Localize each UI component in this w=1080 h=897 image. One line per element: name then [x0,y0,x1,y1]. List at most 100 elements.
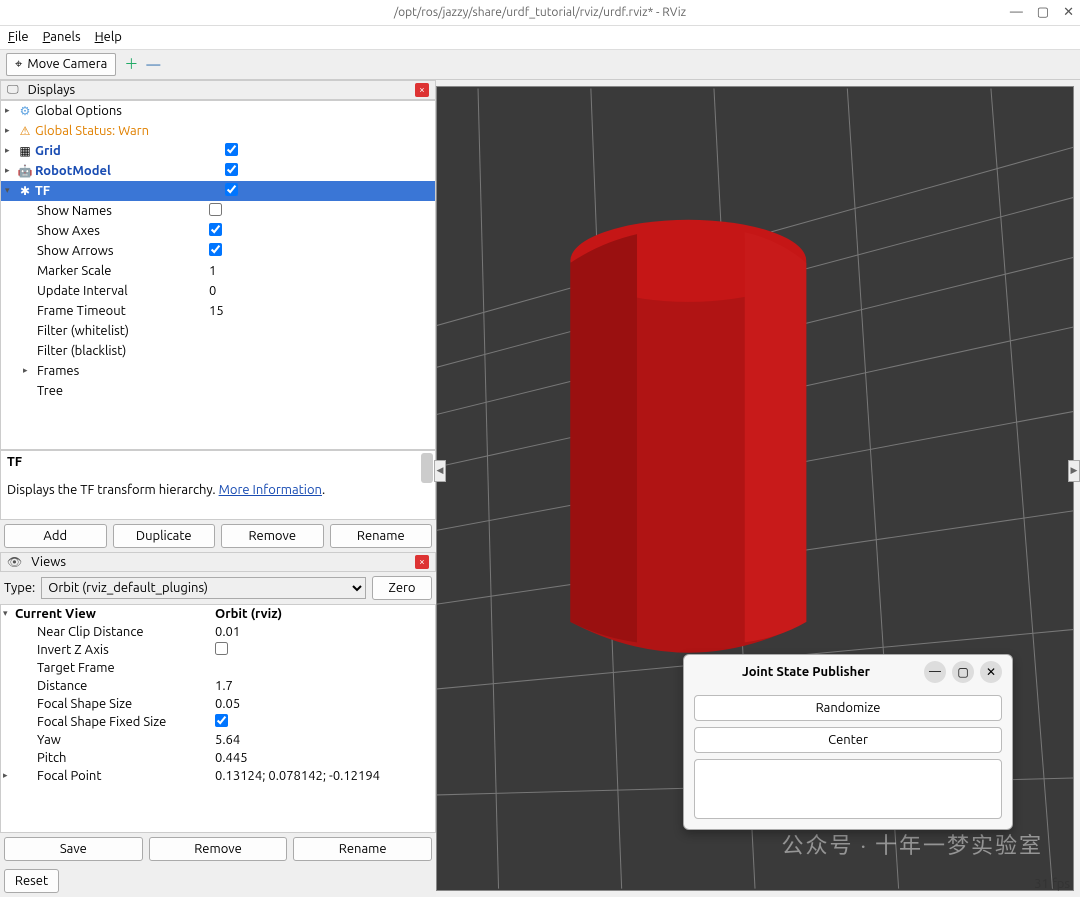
remove-button[interactable]: Remove [221,524,324,548]
views-icon: 👁 [7,555,22,569]
prop-value[interactable]: 1.7 [215,679,435,693]
tf-prop-marker-scale[interactable]: Marker Scale 1 [1,261,435,281]
save-button[interactable]: Save [4,837,143,861]
prop-value[interactable] [215,714,435,730]
prop-value[interactable]: 5.64 [215,733,435,747]
displays-close-icon[interactable]: × [415,83,429,97]
rename-button[interactable]: Rename [330,524,433,548]
prop-checkbox[interactable] [209,203,222,216]
duplicate-button[interactable]: Duplicate [113,524,216,548]
displays-tree[interactable]: ▸ ⚙ Global Options ▸ ⚠ Global Status: Wa… [0,100,436,450]
expand-icon[interactable]: ▸ [1,770,15,781]
view-prop-focal-shape-size[interactable]: Focal Shape Size 0.05 [1,695,435,713]
collapse-right-icon[interactable]: ▶ [1068,460,1080,482]
prop-value[interactable]: 0.01 [215,625,435,639]
expand-icon[interactable]: ▾ [5,185,17,196]
tf-prop-frame-timeout[interactable]: Frame Timeout 15 [1,301,435,321]
prop-value[interactable]: 1 [207,264,435,278]
joint-state-publisher-window[interactable]: Joint State Publisher — ▢ ✕ Randomize Ce… [683,654,1013,830]
prop-checkbox[interactable] [215,642,228,655]
view-prop-pitch[interactable]: Pitch 0.445 [1,749,435,767]
display-checkbox[interactable] [225,183,238,196]
display-item-grid[interactable]: ▸ ▦ Grid [1,141,435,161]
view-prop-invert-z-axis[interactable]: Invert Z Axis [1,641,435,659]
display-item-robotmodel[interactable]: ▸ 🤖 RobotModel [1,161,435,181]
tf-prop-show-arrows[interactable]: Show Arrows [1,241,435,261]
display-item-global-status-warn[interactable]: ▸ ⚠ Global Status: Warn [1,121,435,141]
display-item-tf[interactable]: ▾ ✱ TF [1,181,435,201]
tf-prop-filter-blacklist-[interactable]: Filter (blacklist) [1,341,435,361]
display-value[interactable] [223,183,435,199]
type-select[interactable]: Orbit (rviz_default_plugins) [41,577,366,599]
views-panel-title[interactable]: 👁 Views × [0,552,436,572]
randomize-button[interactable]: Randomize [694,695,1002,721]
view-prop-focal-point[interactable]: ▸ Focal Point 0.13124; 0.078142; -0.1219… [1,767,435,785]
display-label: Global Options [33,104,223,118]
prop-value[interactable]: 0.445 [215,751,435,765]
prop-checkbox[interactable] [215,714,228,727]
prop-value[interactable] [207,243,435,259]
prop-label: Pitch [37,751,215,765]
prop-value[interactable]: 0.13124; 0.078142; -0.12194 [215,769,435,783]
tf-prop-filter-whitelist-[interactable]: Filter (whitelist) [1,321,435,341]
prop-label: Invert Z Axis [37,643,215,657]
move-camera-button[interactable]: ⌖ Move Camera [6,53,116,76]
view-prop-yaw[interactable]: Yaw 5.64 [1,731,435,749]
views-remove-button[interactable]: Remove [149,837,288,861]
prop-value[interactable]: 15 [207,304,435,318]
display-checkbox[interactable] [225,143,238,156]
render-viewport[interactable]: 公众号 · 十年一梦实验室 Joint State Publisher — ▢ … [436,86,1074,891]
display-item-global-options[interactable]: ▸ ⚙ Global Options [1,101,435,121]
desc-more-link[interactable]: More Information [219,483,322,497]
jsp-maximize-icon[interactable]: ▢ [952,661,974,683]
view-prop-target-frame[interactable]: Target Frame [1,659,435,677]
view-prop-focal-shape-fixed-size[interactable]: Focal Shape Fixed Size [1,713,435,731]
tf-prop-tree[interactable]: Tree [1,381,435,401]
menu-help[interactable]: Help [95,30,122,44]
views-rename-button[interactable]: Rename [293,837,432,861]
prop-label: Update Interval [35,284,207,298]
tf-prop-show-names[interactable]: Show Names [1,201,435,221]
jsp-minimize-icon[interactable]: — [924,661,946,683]
expand-icon[interactable]: ▸ [5,145,17,156]
prop-value[interactable] [207,223,435,239]
jsp-titlebar[interactable]: Joint State Publisher — ▢ ✕ [684,655,1012,689]
displays-panel-title[interactable]: 🖵 Displays × [0,80,436,100]
prop-value[interactable] [207,203,435,219]
minimize-icon[interactable]: — [1010,5,1023,20]
view-prop-distance[interactable]: Distance 1.7 [1,677,435,695]
display-checkbox[interactable] [225,163,238,176]
current-view-row[interactable]: ▾ Current View Orbit (rviz) [1,605,435,623]
menu-file[interactable]: File [8,30,29,44]
menu-panels[interactable]: Panels [43,30,81,44]
view-prop-near-clip-distance[interactable]: Near Clip Distance 0.01 [1,623,435,641]
prop-value[interactable]: 0.05 [215,697,435,711]
tf-prop-update-interval[interactable]: Update Interval 0 [1,281,435,301]
display-value[interactable] [223,143,435,159]
views-close-icon[interactable]: × [415,555,429,569]
expand-icon[interactable]: ▸ [5,125,17,136]
zero-button[interactable]: Zero [372,576,432,600]
center-button[interactable]: Center [694,727,1002,753]
collapse-left-icon[interactable]: ◀ [434,460,446,482]
close-icon[interactable]: ✕ [1063,5,1074,20]
expand-icon[interactable]: ▸ [23,365,35,376]
jsp-close-icon[interactable]: ✕ [980,661,1002,683]
reset-button[interactable]: Reset [4,869,59,893]
tf-prop-show-axes[interactable]: Show Axes [1,221,435,241]
prop-value[interactable] [215,642,435,658]
expand-icon[interactable]: ▾ [1,608,15,619]
expand-icon[interactable]: ▸ [5,165,17,176]
scrollbar-icon[interactable] [421,453,433,483]
display-value[interactable] [223,163,435,179]
prop-checkbox[interactable] [209,223,222,236]
tf-prop-frames[interactable]: ▸ Frames [1,361,435,381]
add-button[interactable]: Add [4,524,107,548]
maximize-icon[interactable]: ▢ [1037,5,1049,20]
remove-tool-icon[interactable]: — [146,57,160,71]
prop-checkbox[interactable] [209,243,222,256]
expand-icon[interactable]: ▸ [5,105,17,116]
add-tool-icon[interactable]: ＋ [124,57,138,71]
views-tree[interactable]: ▾ Current View Orbit (rviz) Near Clip Di… [0,604,436,833]
prop-value[interactable]: 0 [207,284,435,298]
